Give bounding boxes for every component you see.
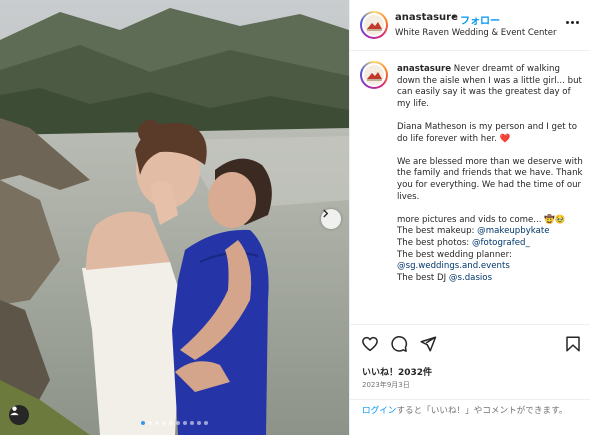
- carousel-dot: [155, 421, 159, 425]
- credit-line: The best DJ @s.dasios: [397, 272, 493, 283]
- caption-text: anastasure Never dreamt of walking down …: [397, 64, 583, 284]
- caption-paragraph-2: Diana Matheson is my person and I get to…: [397, 121, 578, 144]
- carousel-dot: [141, 421, 145, 425]
- post-location[interactable]: White Raven Wedding & Event Center: [395, 28, 556, 38]
- credit-line: The best makeup: @makeupbykate: [397, 226, 550, 237]
- heart-icon[interactable]: [361, 335, 379, 353]
- login-prompt: ログインすると「いいね！」やコメントができます。: [350, 399, 590, 422]
- caption-username[interactable]: anastasure: [397, 64, 451, 74]
- carousel-dot: [204, 421, 208, 425]
- post-photo[interactable]: [0, 0, 349, 435]
- account-logo-icon: [367, 22, 382, 31]
- credit-line: The best wedding planner: @sg.weddings.a…: [397, 249, 512, 272]
- follow-button[interactable]: フォロー: [460, 12, 500, 27]
- caption-paragraph-3: We are blessed more than we deserve with…: [397, 156, 583, 202]
- more-options-icon[interactable]: [564, 17, 580, 27]
- comment-icon[interactable]: [390, 335, 408, 353]
- login-link[interactable]: ログイン: [362, 406, 396, 416]
- share-icon[interactable]: [419, 335, 437, 353]
- mention-link[interactable]: @sg.weddings.and.events: [397, 261, 510, 271]
- mention-link[interactable]: @makeupbykate: [477, 226, 549, 236]
- post-header: anastasure • フォロー White Raven Wedding & …: [350, 0, 590, 51]
- wedding-photo-image: [0, 0, 349, 435]
- mention-link[interactable]: @s.dasios: [449, 273, 492, 283]
- post-side-panel: anastasure • フォロー White Raven Wedding & …: [349, 0, 590, 435]
- carousel-dot: [162, 421, 166, 425]
- carousel-indicator: [0, 421, 349, 425]
- like-count[interactable]: いいね！2032件: [362, 365, 432, 378]
- carousel-dot: [169, 421, 173, 425]
- separator-dot: •: [451, 12, 457, 23]
- caption-paragraph-4: more pictures and vids to come... 🤠🥹: [397, 214, 566, 225]
- user-tag-icon: [10, 406, 19, 416]
- carousel-dot: [176, 421, 180, 425]
- carousel-dot: [183, 421, 187, 425]
- post-caption: anastasure Never dreamt of walking down …: [350, 52, 590, 324]
- next-slide-button[interactable]: [321, 209, 341, 229]
- chevron-right-icon: [323, 209, 329, 218]
- action-bar: いいね！2032件 2023年9月3日 ログインすると「いいね！」やコメントがで…: [350, 324, 590, 435]
- post-author-username[interactable]: anastasure: [395, 12, 458, 23]
- carousel-dot: [197, 421, 201, 425]
- carousel-dot: [148, 421, 152, 425]
- mention-link[interactable]: @fotografed_: [472, 238, 530, 248]
- carousel-dot: [190, 421, 194, 425]
- bookmark-icon[interactable]: [564, 335, 582, 353]
- post-date[interactable]: 2023年9月3日: [362, 380, 410, 390]
- caption-avatar[interactable]: [360, 61, 388, 89]
- avatar[interactable]: [360, 11, 388, 39]
- login-prompt-text: すると「いいね！」やコメントができます。: [396, 406, 568, 416]
- account-logo-icon: [367, 72, 382, 81]
- credit-line: The best photos: @fotografed_: [397, 237, 530, 248]
